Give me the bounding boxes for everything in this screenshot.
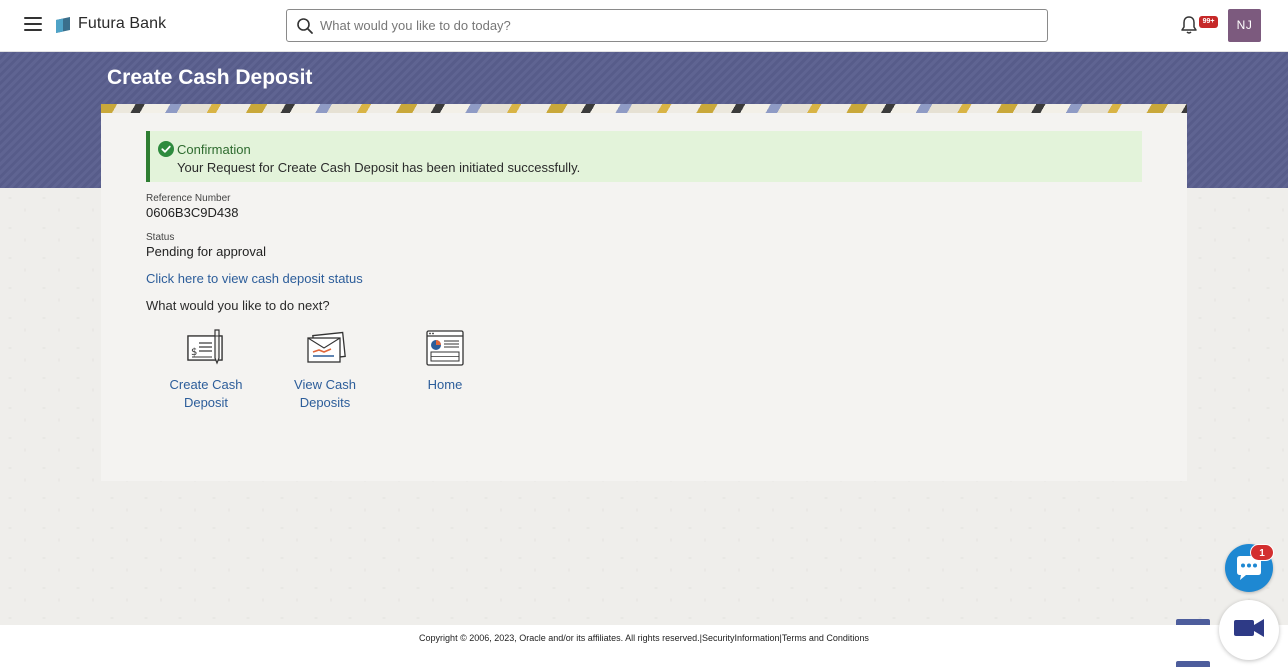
search-input[interactable] — [320, 10, 1020, 41]
chat-unread-badge: 1 — [1250, 544, 1274, 561]
search-icon — [297, 18, 313, 34]
video-camera-icon — [1234, 619, 1264, 637]
confirmation-alert: Confirmation Your Request for Create Cas… — [146, 131, 1142, 182]
svg-text:$: $ — [191, 347, 197, 358]
page-footer: Copyright © 2006, 2023, Oracle and/or it… — [0, 625, 1288, 667]
next-steps-prompt: What would you like to do next? — [146, 298, 330, 313]
video-call-button[interactable] — [1219, 600, 1279, 660]
security-information-link[interactable]: SecurityInformation — [702, 633, 780, 643]
view-cash-deposits-action[interactable]: View Cash Deposits — [275, 328, 375, 412]
create-cash-deposit-label: Create Cash Deposit — [156, 376, 256, 412]
page-title: Create Cash Deposit — [107, 66, 313, 89]
action-label-line: Deposit — [183, 395, 229, 410]
action-label-line: View Cash — [294, 377, 356, 392]
success-check-icon — [158, 141, 174, 157]
create-cash-deposit-action[interactable]: $ Create Cash Deposit — [156, 328, 256, 412]
search-bar[interactable] — [286, 9, 1048, 42]
help-tab[interactable] — [1176, 619, 1210, 625]
dashboard-icon — [426, 330, 464, 366]
terms-conditions-link[interactable]: Terms and Conditions — [782, 633, 869, 643]
top-header: Futura Bank 99+ NJ — [0, 0, 1288, 52]
envelope-cards-icon — [307, 331, 346, 363]
notification-bell-icon[interactable] — [1180, 15, 1198, 35]
reference-number-value: 0606B3C9D438 — [146, 205, 239, 220]
action-label-line: Create Cash — [169, 377, 243, 392]
status-value: Pending for approval — [146, 244, 266, 259]
action-label-line: Deposits — [299, 395, 351, 410]
hamburger-menu-icon[interactable] — [24, 17, 42, 33]
reference-number-label: Reference Number — [146, 193, 231, 204]
help-tab[interactable] — [1176, 661, 1210, 667]
cheque-icon: $ — [187, 329, 223, 365]
home-action[interactable]: Home — [395, 328, 495, 394]
confirmation-title: Confirmation — [177, 142, 251, 157]
user-avatar[interactable]: NJ — [1228, 9, 1261, 42]
footer-text: Copyright © 2006, 2023, Oracle and/or it… — [419, 633, 869, 643]
copyright-text: Copyright © 2006, 2023, Oracle and/or it… — [419, 633, 700, 643]
bank-logo-icon — [56, 17, 70, 33]
confirmation-message: Your Request for Create Cash Deposit has… — [177, 160, 581, 175]
view-deposit-status-link[interactable]: Click here to view cash deposit status — [146, 271, 363, 286]
view-cash-deposits-label: View Cash Deposits — [275, 376, 375, 412]
brand-name[interactable]: Futura Bank — [78, 15, 166, 33]
notification-count-badge: 99+ — [1199, 16, 1218, 28]
home-label: Home — [427, 377, 463, 392]
status-label: Status — [146, 232, 175, 243]
